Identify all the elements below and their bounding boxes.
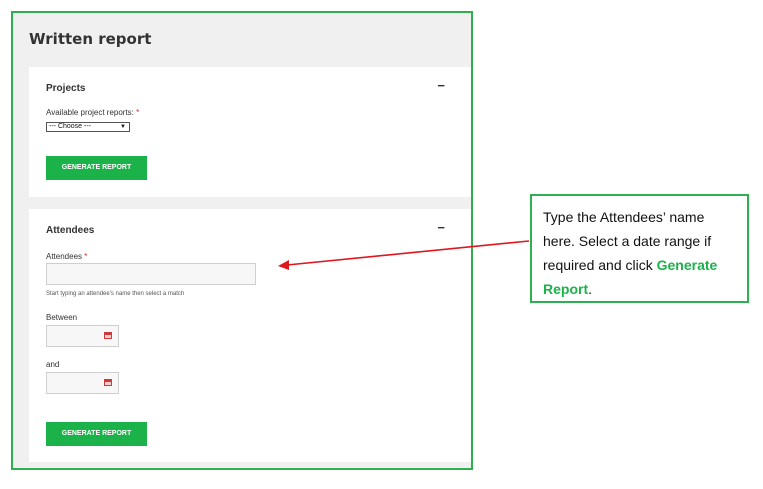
arrow-line: [286, 240, 530, 266]
callout-text-end: .: [588, 281, 593, 297]
instruction-callout: Type the Attendees’ name here. Select a …: [530, 194, 749, 303]
arrow-head: [278, 260, 289, 270]
